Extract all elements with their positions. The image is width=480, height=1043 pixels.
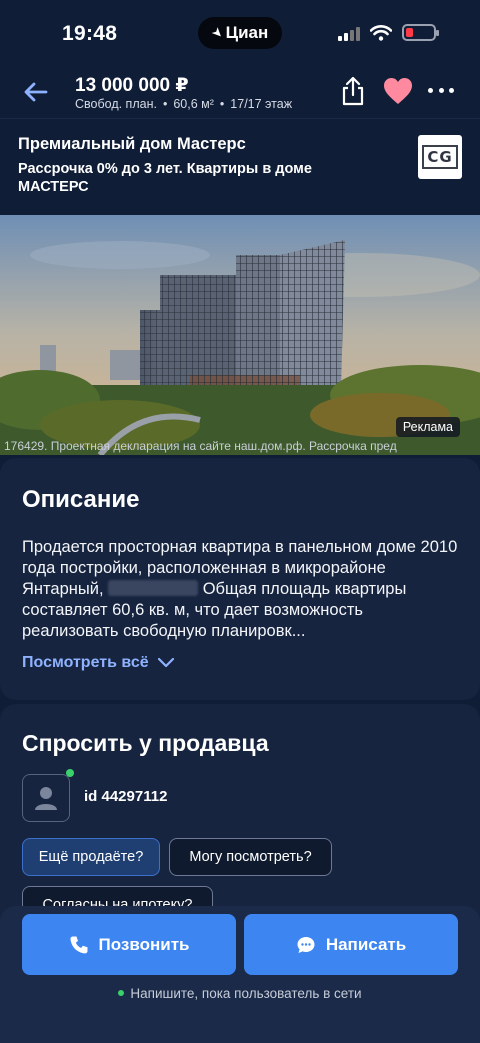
ad-disclaimer: 176429. Проектная декларация на сайте на… xyxy=(4,439,397,453)
listing-header: 13 000 000 ₽ Свобод. план. • 60,6 м² • 17/17… xyxy=(0,68,480,118)
quick-question-can-view[interactable]: Могу посмотреть? xyxy=(169,838,332,876)
user-icon xyxy=(35,787,57,810)
developer-logo: CG xyxy=(418,135,462,179)
description-section: Описание Продается просторная квартира в… xyxy=(0,458,480,700)
description-text: Продается просторная квартира в панельно… xyxy=(22,538,458,640)
online-dot xyxy=(118,990,125,996)
call-button[interactable]: Позвонить xyxy=(22,914,236,975)
seller-id: id 44297112 xyxy=(84,788,168,805)
chevron-down-icon xyxy=(157,657,174,668)
show-more-label: Посмотреть всё xyxy=(22,654,149,671)
avatar[interactable] xyxy=(22,774,70,822)
write-button[interactable]: Написать xyxy=(244,914,458,975)
back-button[interactable] xyxy=(20,76,52,108)
ad-subtitle: Рассрочка 0% до 3 лет. Квартиры в доме М… xyxy=(18,161,312,195)
description-title: Описание xyxy=(22,486,140,513)
share-button[interactable] xyxy=(338,74,368,108)
arrow-left-icon xyxy=(24,82,48,102)
ask-seller-title: Спросить у продавца xyxy=(22,730,269,756)
bottom-action-bar: Позвонить Написать Напишите, пока пользо… xyxy=(0,906,480,1043)
battery-level xyxy=(406,28,413,37)
ad-banner[interactable]: Премиальный дом Мастерс Рассрочка 0% до … xyxy=(0,118,480,455)
heart-icon xyxy=(384,78,412,104)
phone-icon xyxy=(70,936,88,953)
chat-icon xyxy=(297,936,315,953)
status-bar: 19:48 ➤ Циан xyxy=(0,0,480,68)
logo-text: CG xyxy=(422,145,458,169)
app-name: Циан xyxy=(225,23,269,42)
show-more-button[interactable]: Посмотреть всё xyxy=(22,654,175,672)
battery-icon xyxy=(402,24,439,41)
price: 13 000 000 ₽ xyxy=(75,75,189,96)
app-indicator[interactable]: ➤ Циан xyxy=(198,17,282,49)
favorite-button[interactable] xyxy=(382,76,414,106)
more-icon[interactable] xyxy=(428,80,454,100)
share-icon xyxy=(342,76,364,106)
ad-label: Реклама xyxy=(395,417,460,437)
floor: 17/17 этаж xyxy=(230,97,293,111)
online-indicator xyxy=(66,769,74,777)
hidden-address xyxy=(108,580,199,596)
quick-question-still-selling[interactable]: Ещё продаёте? xyxy=(22,838,160,876)
ad-title: Премиальный дом Мастерс xyxy=(18,135,246,153)
layout-type: Свобод. план. xyxy=(75,97,157,111)
listing-summary: Свобод. план. • 60,6 м² • 17/17 этаж xyxy=(75,97,293,111)
write-label: Написать xyxy=(325,934,407,954)
status-icons xyxy=(338,24,439,41)
wifi-icon xyxy=(370,24,392,41)
area: 60,6 м² xyxy=(173,97,214,111)
call-label: Позвонить xyxy=(98,934,190,954)
status-time: 19:48 xyxy=(62,22,118,45)
cellular-signal-icon xyxy=(338,25,360,41)
location-arrow-icon: ➤ xyxy=(208,23,227,42)
online-note: Напишите, пока пользователь в сети xyxy=(0,986,480,1001)
